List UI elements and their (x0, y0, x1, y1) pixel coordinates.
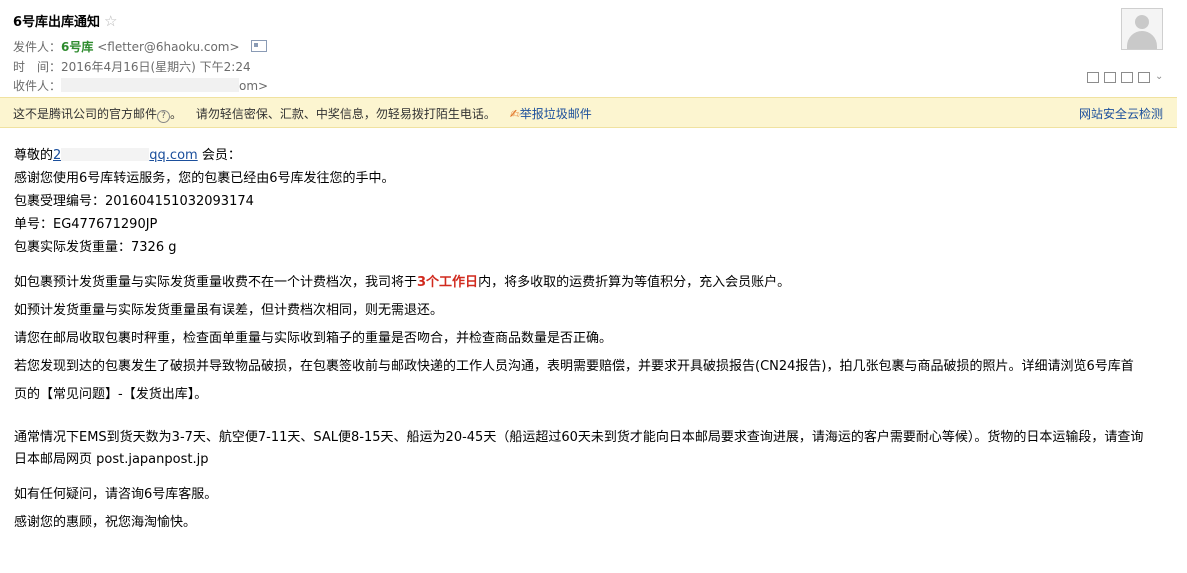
refund-text-2: 内，将多收取的运费折算为等值积分，充入会员账户。 (478, 275, 791, 290)
sender-email[interactable]: <fletter@6haoku.com> (97, 40, 239, 54)
report-icon[interactable]: ✍ (510, 107, 520, 121)
recipient-redaction (61, 78, 240, 92)
more-chevron-icon[interactable]: ⌄ (1155, 72, 1163, 82)
refund-highlight: 3个工作日 (417, 275, 479, 290)
print-icon[interactable] (1138, 72, 1150, 83)
weight-line: 包裹实际发货重量：7326 g (14, 240, 177, 255)
closing-paragraph: 感谢您的惠顾，祝您海淘愉快。 (14, 515, 197, 530)
sender-name[interactable]: 6号库 (61, 40, 93, 54)
no-refund-paragraph: 如预计发货重量与实际发货重量虽有误差，但计费档次相同，则无需退还。 (14, 303, 444, 318)
check-advice-paragraph: 请您在邮局收取包裹时秤重，检查面单重量与实际收到箱子的重量是否吻合，并检查商品数… (14, 331, 613, 346)
damage-advice-paragraph: 若您发现到达的包裹发生了破损并导致物品破损，在包裹签收前与邮政快递的工作人员沟通… (14, 359, 1134, 402)
avatar-placeholder[interactable] (1121, 8, 1163, 50)
recipient-row: 收件人： om> (13, 77, 268, 94)
question-icon[interactable]: ? (157, 110, 171, 123)
greeting-line: 尊敬的2 qq.com 会员： (14, 144, 1144, 167)
member-email-start: 2 (53, 148, 62, 163)
shipping-times-paragraph: 通常情况下EMS到货天数为3-7天、航空便7-11天、SAL便8-15天、船运为… (14, 430, 1144, 467)
waybill-line: 单号：EG477671290JP (14, 217, 158, 232)
sender-label: 发件人： (13, 40, 62, 54)
time-row: 时 间：2016年4月16日(星期六) 下午2:24 (13, 58, 251, 75)
refund-text-1: 如包裹预计发货重量与实际发货重量收费不在一个计费档次，我司将于 (14, 275, 418, 290)
subject-text: 6号库出库通知 (13, 15, 101, 30)
refund-paragraph: 如包裹预计发货重量与实际发货重量收费不在一个计费档次，我司将于3个工作日内，将多… (14, 269, 1144, 297)
recipient-label: 收件人： (13, 79, 62, 93)
warning-notice: 这不是腾讯公司的官方邮件 (13, 107, 158, 121)
star-icon[interactable]: ☆ (104, 12, 117, 30)
mail-subject: 6号库出库通知 ☆ (13, 11, 118, 30)
mail-toolbar: ⌄ (1087, 72, 1163, 83)
time-label: 时 间： (13, 60, 62, 74)
mail-body: 尊敬的2 qq.com 会员： 感谢您使用6号库转运服务，您的包裹已经由6号库发往… (14, 144, 1144, 537)
avatar-head-shape (1135, 15, 1149, 29)
sender-row: 发件人：6号库 <fletter@6haoku.com> (13, 38, 268, 55)
time-value: 2016年4月16日(星期六) 下午2:24 (61, 60, 251, 74)
popout-icon[interactable] (1104, 72, 1116, 83)
warning-left: 这不是腾讯公司的官方邮件?。 请勿轻信密保、汇款、中奖信息，勿轻易拨打陌生电话。… (13, 107, 592, 123)
cloud-check-link[interactable]: 网站安全云检测 (1079, 105, 1163, 122)
export-icon[interactable] (1121, 72, 1133, 83)
warning-advice: 请勿轻信密保、汇款、中奖信息，勿轻易拨打陌生电话。 (195, 107, 496, 121)
tracking-id-line: 包裹受理编号：201604151032093174 (14, 194, 254, 209)
new-window-icon[interactable] (1087, 72, 1099, 83)
report-spam-link[interactable]: 举报垃圾邮件 (520, 107, 592, 121)
contact-paragraph: 如有任何疑问，请咨询6号库客服。 (14, 487, 218, 502)
member-email-redaction (61, 148, 150, 161)
contact-card-icon[interactable] (251, 40, 268, 52)
thanks-line: 感谢您使用6号库转运服务，您的包裹已经由6号库发往您的手中。 (14, 171, 395, 186)
recipient-tail[interactable]: om> (239, 79, 268, 93)
avatar-body-shape (1127, 31, 1157, 49)
mail-header: 6号库出库通知 ☆ 发件人：6号库 <fletter@6haoku.com> 时 … (0, 0, 1187, 97)
greeting-prefix: 尊敬的 (14, 148, 54, 163)
greeting-suffix: 会员： (201, 148, 241, 163)
member-email-link[interactable]: 2 qq.com (53, 148, 198, 163)
security-warning-bar: 这不是腾讯公司的官方邮件?。 请勿轻信密保、汇款、中奖信息，勿轻易拨打陌生电话。… (0, 97, 1177, 128)
member-email-end: qq.com (149, 148, 198, 163)
